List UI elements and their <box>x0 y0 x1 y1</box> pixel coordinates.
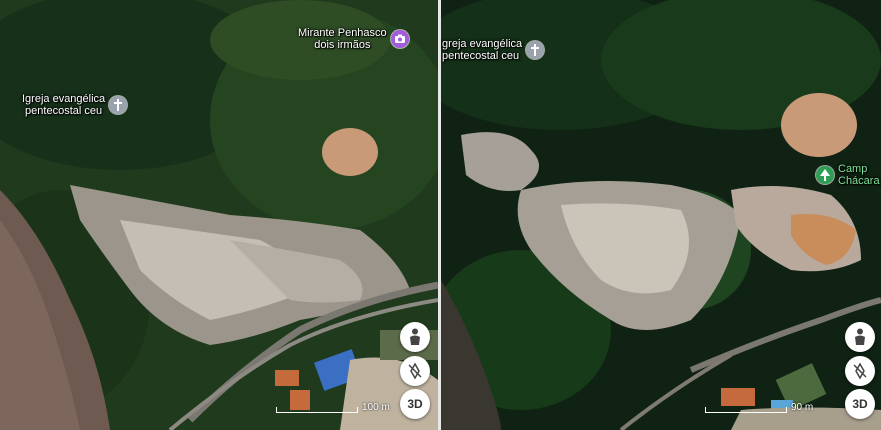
poi-label: Camp Chácara <box>838 163 880 187</box>
poi-name-line2: pentecostal ceu <box>25 105 103 117</box>
poi-name-line1: Igreja evangélica <box>22 93 106 105</box>
scale-label: 100 m <box>362 402 390 413</box>
camera-icon[interactable] <box>390 30 409 48</box>
poi-label: Igreja evangélica pentecostal ceu <box>22 93 105 117</box>
poi-label: Igreja evangélica pentecostal ceu <box>441 38 522 62</box>
church-cross-icon[interactable] <box>526 41 545 59</box>
poi-label: Mirante Penhasco dois irmãos <box>298 27 387 51</box>
scale-bar <box>705 407 787 413</box>
street-view-pegman-button[interactable] <box>400 322 430 352</box>
right-satellite-imagery[interactable] <box>441 0 881 430</box>
poi-name-line1: Camp <box>838 163 868 175</box>
poi-campo-chacara[interactable]: Camp Chácara <box>816 163 880 187</box>
scale-bar <box>276 407 358 413</box>
compass-rotate-icon <box>853 362 867 380</box>
view-3d-label: 3D <box>407 397 423 411</box>
scale-indicator: 100 m <box>276 402 390 413</box>
poi-name-line2: dois irmãos <box>314 39 371 51</box>
right-map-panel[interactable]: Igreja evangélica pentecostal ceu Camp C… <box>441 0 881 430</box>
street-view-pegman-button[interactable] <box>845 322 875 352</box>
compass-rotate-icon <box>408 362 422 380</box>
view-3d-button[interactable]: 3D <box>400 389 430 419</box>
poi-name-line1: Igreja evangélica <box>441 38 523 50</box>
view-3d-button[interactable]: 3D <box>845 389 875 419</box>
park-tree-icon[interactable] <box>816 166 834 184</box>
view-3d-label: 3D <box>852 397 868 411</box>
left-map-panel[interactable]: Mirante Penhasco dois irmãos Igreja evan… <box>0 0 438 430</box>
person-icon <box>855 328 865 345</box>
left-satellite-imagery[interactable] <box>0 0 438 430</box>
poi-name-line1: Mirante Penhasco <box>298 27 387 39</box>
comparison-view: Mirante Penhasco dois irmãos Igreja evan… <box>0 0 881 430</box>
poi-igreja-evangelica[interactable]: Igreja evangélica pentecostal ceu <box>441 38 545 62</box>
scale-indicator: 90 m <box>705 402 813 413</box>
poi-mirante-penhasco[interactable]: Mirante Penhasco dois irmãos <box>298 27 409 51</box>
poi-name-line2: Chácara <box>838 175 880 187</box>
poi-name-line2: pentecostal ceu <box>442 50 520 62</box>
church-cross-icon[interactable] <box>109 96 128 114</box>
rotate-view-button[interactable] <box>845 356 875 386</box>
rotate-view-button[interactable] <box>400 356 430 386</box>
scale-label: 90 m <box>791 402 814 413</box>
person-icon <box>410 328 420 345</box>
poi-igreja-evangelica[interactable]: Igreja evangélica pentecostal ceu <box>22 93 128 117</box>
